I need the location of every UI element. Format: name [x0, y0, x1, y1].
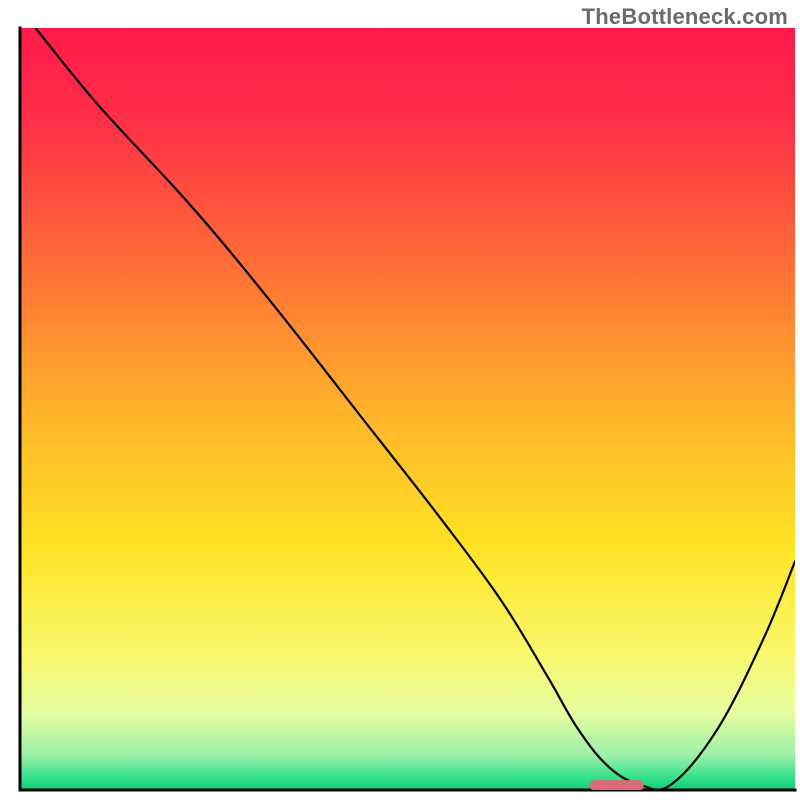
chart-container: TheBottleneck.com — [0, 0, 800, 800]
watermark-text: TheBottleneck.com — [582, 4, 788, 30]
gradient-background — [20, 28, 795, 790]
optimum-marker — [590, 780, 644, 791]
bottleneck-chart — [0, 0, 800, 800]
